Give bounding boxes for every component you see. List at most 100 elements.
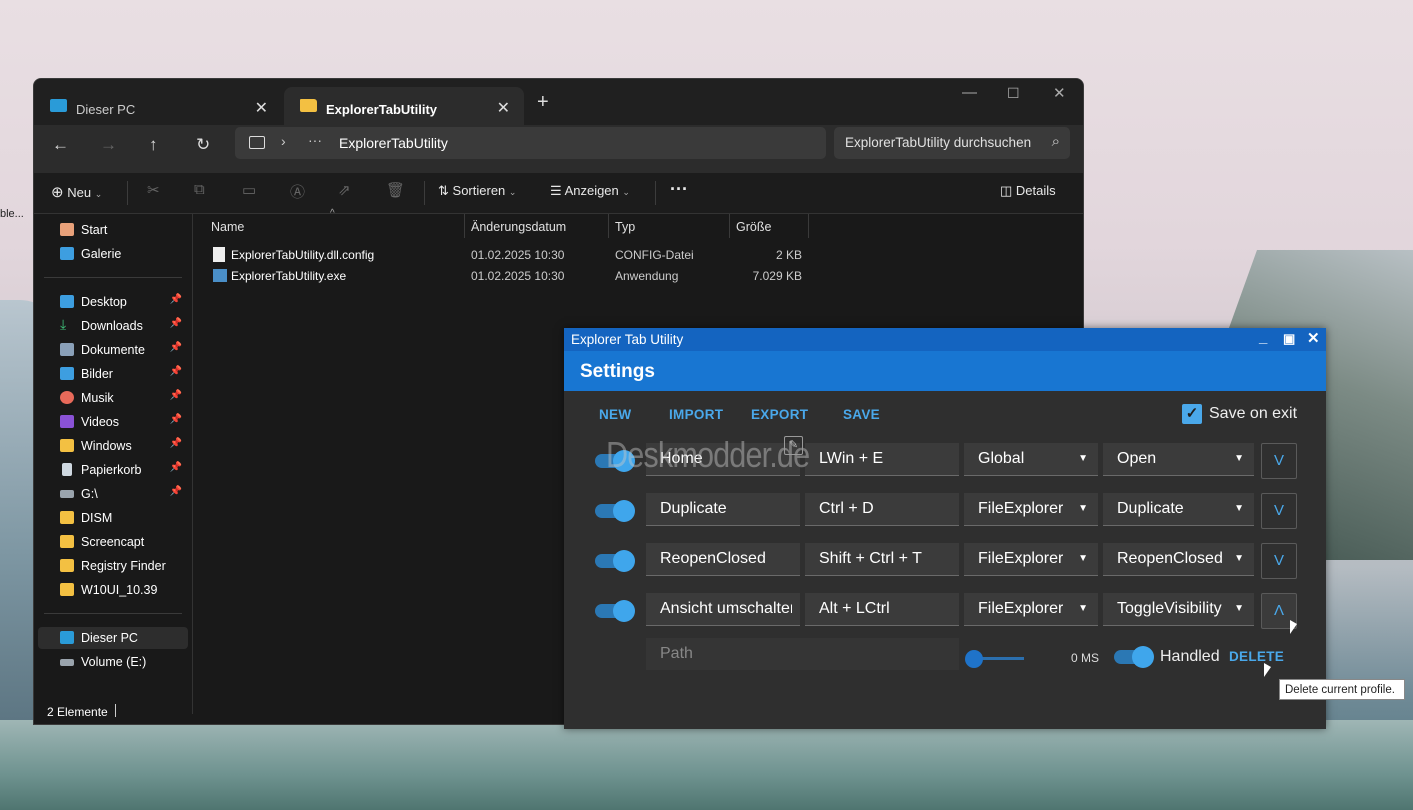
address-bar[interactable]: › ··· ExplorerTabUtility xyxy=(235,127,826,159)
hotkey-field[interactable]: LWin + E xyxy=(805,443,959,476)
view-button[interactable]: ☰ Anzeigen ⌄ xyxy=(550,183,630,199)
column-separator[interactable] xyxy=(608,214,609,238)
close-window-button[interactable]: ✕ xyxy=(1053,84,1066,102)
details-button[interactable]: ◫ Details xyxy=(1000,183,1056,199)
forward-arrow-icon[interactable]: → xyxy=(100,135,117,155)
new-button[interactable]: ⊕ Neu ⌄ xyxy=(51,183,102,201)
file-icon xyxy=(213,247,225,262)
sidebar-item-dokumente[interactable]: Dokumente 📌 xyxy=(38,339,188,361)
up-arrow-icon[interactable]: ↑ xyxy=(149,135,158,155)
column-header-name[interactable]: Name xyxy=(211,220,244,234)
handled-toggle[interactable] xyxy=(1114,646,1154,668)
sort-button[interactable]: ⇅ Sortieren ⌄ xyxy=(438,183,516,199)
delete-button[interactable]: DELETE xyxy=(1229,649,1284,664)
sidebar-item-dism[interactable]: DISM xyxy=(38,507,188,529)
profile-name-field[interactable]: ReopenClosed xyxy=(646,543,800,576)
action-dropdown[interactable]: Open ▼ xyxy=(1103,443,1254,476)
sidebar-item-drive-g[interactable]: G:\ 📌 xyxy=(38,483,188,505)
profile-name-field[interactable]: Ansicht umschalten xyxy=(646,593,800,626)
maximize-button[interactable]: ▣ xyxy=(1283,331,1295,347)
profile-name-field[interactable]: Duplicate xyxy=(646,493,800,526)
save-button[interactable]: SAVE xyxy=(843,407,880,422)
sidebar-item-downloads[interactable]: ⤓ Downloads 📌 xyxy=(38,315,188,337)
pin-icon[interactable]: 📌 xyxy=(170,294,182,305)
sidebar-item-windows[interactable]: Windows 📌 xyxy=(38,435,188,457)
column-separator[interactable] xyxy=(729,214,730,238)
tab-explorertabutility[interactable]: ExplorerTabUtility ✕ xyxy=(284,87,524,125)
hotkey-field[interactable]: Shift + Ctrl + T xyxy=(805,543,959,576)
paste-icon[interactable]: ▭ xyxy=(242,181,256,199)
expand-button[interactable]: V xyxy=(1261,493,1297,529)
column-separator[interactable] xyxy=(808,214,809,238)
close-icon[interactable]: ✕ xyxy=(497,98,510,118)
music-icon xyxy=(60,391,74,404)
cut-icon[interactable]: ✂ xyxy=(147,181,160,199)
minimize-button[interactable]: _ xyxy=(1259,329,1267,346)
sidebar-item-screencapt[interactable]: Screencapt xyxy=(38,531,188,553)
minimize-button[interactable]: — xyxy=(962,84,977,101)
action-dropdown[interactable]: Duplicate ▼ xyxy=(1103,493,1254,526)
sidebar-item-desktop[interactable]: Desktop 📌 xyxy=(38,291,188,313)
copy-icon[interactable]: ⧉ xyxy=(194,181,205,198)
sidebar-item-bilder[interactable]: Bilder 📌 xyxy=(38,363,188,385)
column-header-size[interactable]: Größe xyxy=(736,220,771,234)
profile-toggle[interactable] xyxy=(595,550,635,572)
sidebar-item-musik[interactable]: Musik 📌 xyxy=(38,387,188,409)
table-row[interactable]: ExplorerTabUtility.exe 01.02.2025 10:30 … xyxy=(194,266,844,286)
pin-icon[interactable]: 📌 xyxy=(170,438,182,449)
save-on-exit-checkbox[interactable]: ✓ xyxy=(1182,404,1202,424)
column-header-type[interactable]: Typ xyxy=(615,220,635,234)
sidebar-item-registry-finder[interactable]: Registry Finder xyxy=(38,555,188,577)
table-row[interactable]: ExplorerTabUtility.dll.config 01.02.2025… xyxy=(194,245,844,265)
sidebar-item-galerie[interactable]: Galerie xyxy=(38,243,188,265)
scope-dropdown[interactable]: Global ▼ xyxy=(964,443,1098,476)
sidebar-item-volume-e[interactable]: Volume (E:) xyxy=(38,651,188,673)
search-box[interactable]: ExplorerTabUtility durchsuchen ⌕ xyxy=(834,127,1070,159)
pin-icon[interactable]: 📌 xyxy=(170,390,182,401)
expand-button[interactable]: V xyxy=(1261,443,1297,479)
import-button[interactable]: IMPORT xyxy=(669,407,723,422)
pin-icon[interactable]: 📌 xyxy=(170,462,182,473)
sidebar-item-dieser-pc[interactable]: Dieser PC xyxy=(38,627,188,649)
sidebar-item-w10ui[interactable]: W10UI_10.39 xyxy=(38,579,188,601)
scope-dropdown[interactable]: FileExplorer ▼ xyxy=(964,543,1098,576)
hotkey-field[interactable]: Alt + LCtrl xyxy=(805,593,959,626)
scope-dropdown[interactable]: FileExplorer ▼ xyxy=(964,493,1098,526)
share-icon[interactable]: ⇗ xyxy=(338,181,351,199)
maximize-button[interactable]: ☐ xyxy=(1007,85,1020,102)
new-button[interactable]: NEW xyxy=(599,407,631,422)
profile-toggle[interactable] xyxy=(595,600,635,622)
sidebar-item-papierkorb[interactable]: Papierkorb 📌 xyxy=(38,459,188,481)
delay-slider-handle[interactable] xyxy=(965,650,983,668)
new-tab-button[interactable]: + xyxy=(537,91,549,114)
action-dropdown[interactable]: ReopenClosed ▼ xyxy=(1103,543,1254,576)
search-input[interactable]: ExplorerTabUtility durchsuchen xyxy=(845,135,1041,150)
more-options-icon[interactable]: ··· xyxy=(670,179,688,200)
expand-button[interactable]: V xyxy=(1261,543,1297,579)
back-arrow-icon[interactable]: ← xyxy=(52,135,69,155)
pin-icon[interactable]: 📌 xyxy=(170,414,182,425)
hotkey-field[interactable]: Ctrl + D xyxy=(805,493,959,526)
profile-toggle[interactable] xyxy=(595,500,635,522)
sidebar-item-videos[interactable]: Videos 📌 xyxy=(38,411,188,433)
column-separator[interactable] xyxy=(464,214,465,238)
pin-icon[interactable]: 📌 xyxy=(170,486,182,497)
refresh-icon[interactable]: ↻ xyxy=(196,135,210,155)
pin-icon[interactable]: 📌 xyxy=(170,318,182,329)
rename-icon[interactable]: Ⓐ xyxy=(290,181,305,202)
column-header-date[interactable]: Änderungsdatum xyxy=(471,220,566,234)
delete-icon[interactable]: 🗑 xyxy=(386,181,405,199)
scope-dropdown[interactable]: FileExplorer ▼ xyxy=(964,593,1098,626)
sidebar-item-start[interactable]: Start xyxy=(38,219,188,241)
sidebar-item-label: Desktop xyxy=(81,295,127,309)
action-dropdown[interactable]: ToggleVisibility ▼ xyxy=(1103,593,1254,626)
close-icon[interactable]: ✕ xyxy=(255,98,268,118)
folder-icon xyxy=(60,583,74,596)
pin-icon[interactable]: 📌 xyxy=(170,366,182,377)
close-window-button[interactable]: ✕ xyxy=(1307,329,1320,347)
path-input[interactable]: Path xyxy=(646,638,959,670)
pin-icon[interactable]: 📌 xyxy=(170,342,182,353)
export-button[interactable]: EXPORT xyxy=(751,407,808,422)
tab-dieser-pc[interactable]: Dieser PC ✕ xyxy=(34,87,282,125)
more-icon[interactable]: ··· xyxy=(308,132,322,148)
